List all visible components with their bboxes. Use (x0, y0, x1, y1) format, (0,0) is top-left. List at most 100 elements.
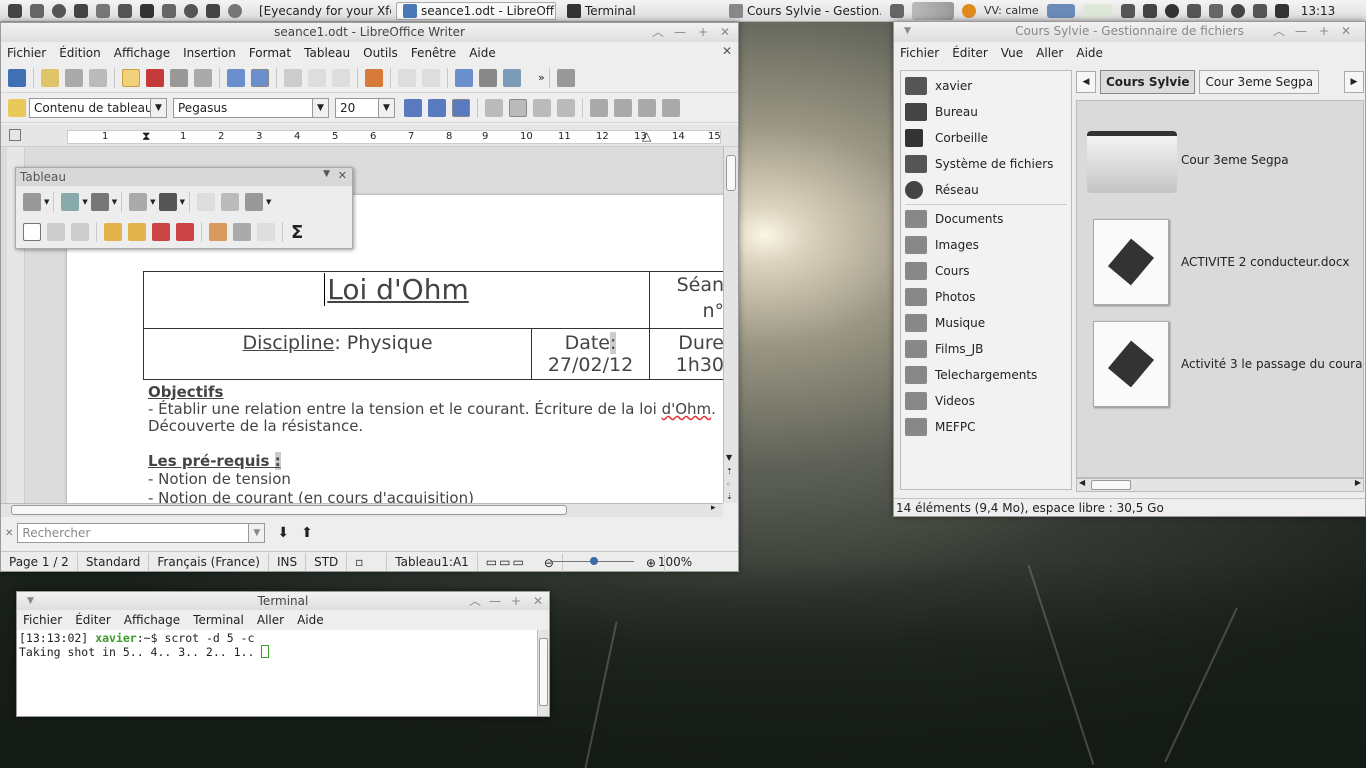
cell-background-icon[interactable] (158, 192, 177, 211)
document-icon[interactable] (1093, 219, 1169, 305)
find-next-icon[interactable]: ⬇ (277, 525, 289, 541)
chevron-down-icon[interactable]: ▼ (150, 198, 155, 206)
new-document-icon[interactable] (8, 68, 26, 87)
scrollbar-thumb[interactable] (539, 638, 548, 706)
clock[interactable]: 13:13 (1301, 4, 1336, 18)
menu-edition[interactable]: Édition (59, 46, 101, 60)
align-left-icon[interactable] (485, 98, 503, 117)
toolbar-more-icon[interactable]: » (538, 71, 545, 84)
insert-table-icon[interactable] (23, 192, 41, 211)
underline-icon[interactable] (452, 98, 470, 117)
font-name-select[interactable]: Pegasus ▼ (173, 97, 329, 118)
close-icon[interactable]: ✕ (720, 25, 730, 39)
status-page-style[interactable]: Standard (78, 552, 150, 571)
terminal-launcher-icon[interactable] (30, 3, 44, 18)
file-item-label[interactable]: ACTIVITE 2 conducteur.docx (1181, 255, 1350, 269)
close-findbar-icon[interactable]: ✕ (5, 528, 13, 539)
status-insert-mode[interactable]: INS (269, 552, 307, 571)
chevron-down-icon[interactable]: ▼ (266, 198, 271, 206)
export-pdf-icon[interactable] (146, 68, 164, 87)
terminal-scrollbar[interactable] (537, 630, 549, 716)
menu-insertion[interactable]: Insertion (183, 46, 236, 60)
menu-format[interactable]: Format (249, 46, 291, 60)
filemanager-titlebar[interactable]: ▼ Cours Sylvie - Gestionnaire de fichier… (894, 22, 1365, 42)
menu-editer[interactable]: Éditer (952, 46, 988, 60)
redo-icon[interactable] (422, 68, 440, 87)
mail-icon[interactable] (1142, 3, 1157, 18)
window-menu-icon[interactable]: ▼ (27, 592, 34, 610)
scrollbar-thumb[interactable] (11, 505, 567, 515)
toolbar-options-icon[interactable]: ▼ (323, 169, 330, 179)
scroll-right-icon[interactable]: ▶ (1355, 478, 1361, 487)
table-info-row[interactable]: Discipline: Physique Date: 27/02/12 Dure… (143, 328, 723, 380)
sum-icon[interactable]: Σ (291, 222, 303, 243)
gamepad-icon[interactable] (74, 3, 88, 18)
align-center-icon[interactable] (509, 98, 527, 117)
chevron-down-icon[interactable]: ▼ (112, 198, 117, 206)
justify-icon[interactable] (557, 98, 575, 117)
table-header-row[interactable]: Loi d'Ohm Séan n° (143, 271, 723, 329)
scroll-down-icon[interactable]: ▼ (726, 453, 732, 462)
folder-icon[interactable] (1087, 131, 1177, 193)
bell-icon[interactable] (140, 3, 154, 18)
objectifs-block[interactable]: Objectifs - Établir une relation entre l… (148, 384, 723, 504)
clone-formatting-icon[interactable] (365, 68, 383, 87)
sidebar-item-bureau[interactable]: Bureau (901, 99, 1071, 125)
align-top-icon[interactable] (23, 223, 41, 241)
menu-aller[interactable]: Aller (1036, 46, 1063, 60)
status-page[interactable]: Page 1 / 2 (1, 552, 78, 571)
align-middle-icon[interactable] (47, 223, 65, 241)
menu-fichier[interactable]: Fichier (7, 46, 46, 60)
menu-fenetre[interactable]: Fenêtre (411, 46, 456, 60)
undo-icon[interactable] (398, 68, 416, 87)
table-cell-discipline[interactable]: Discipline: Physique (144, 328, 532, 379)
font-size-select[interactable]: 20 ▼ (335, 97, 395, 118)
sidebar-bookmark-videos[interactable]: Videos (901, 388, 1071, 414)
right-indent-marker-icon[interactable]: △ (642, 129, 651, 143)
draw-functions-icon[interactable] (503, 68, 521, 87)
storage-icon[interactable] (1186, 3, 1201, 18)
file-item-label[interactable]: Cour 3eme Segpa (1181, 153, 1289, 167)
window-menu-icon[interactable]: ▼ (904, 22, 911, 41)
doc-title[interactable]: Loi d'Ohm (324, 273, 469, 306)
browser-icon[interactable] (228, 3, 242, 18)
terminal-output[interactable]: [13:13:02] xavier:~$ scrot -d 5 -c Takin… (17, 630, 537, 716)
sidebar-bookmark-cours[interactable]: Cours (901, 258, 1071, 284)
align-bottom-icon[interactable] (71, 223, 89, 241)
power-icon[interactable] (1274, 3, 1289, 18)
select-table-icon[interactable] (209, 223, 227, 241)
border-style-icon[interactable] (90, 192, 109, 211)
paste-icon[interactable] (332, 68, 350, 87)
path-forward-icon[interactable]: ▶ (1344, 71, 1364, 93)
scroll-left-icon[interactable]: ◀ (1079, 478, 1085, 487)
insert-column-icon[interactable] (128, 223, 146, 241)
scrollbar-thumb[interactable] (726, 155, 736, 191)
horizontal-ruler[interactable]: 1 1 2 3 4 5 6 7 8 9 10 11 12 13 14 15 ⧗ … (1, 125, 738, 147)
sidebar-bookmark-musique[interactable]: Musique (901, 310, 1071, 336)
menu-aide[interactable]: Aide (1076, 46, 1103, 60)
monitor-icon[interactable] (890, 3, 904, 18)
menu-aller[interactable]: Aller (257, 613, 284, 627)
zoom-in-icon[interactable]: ⊕ (638, 553, 665, 572)
eye-icon[interactable] (162, 3, 176, 18)
menu-editer[interactable]: Éditer (75, 613, 111, 627)
table-cell-duree[interactable]: Dure 1h30 (650, 328, 723, 379)
previous-page-icon[interactable]: ⇡ (726, 467, 733, 476)
refresh-icon[interactable] (52, 3, 66, 18)
hyperlink-icon[interactable] (455, 68, 473, 87)
shade-icon[interactable]: ︿ (652, 25, 664, 39)
table-cell-date[interactable]: Date: 27/02/12 (532, 328, 650, 379)
close-document-icon[interactable]: ✕ (722, 44, 732, 58)
user-icon[interactable] (1164, 3, 1179, 18)
menu-affichage[interactable]: Affichage (124, 613, 180, 627)
workspace-switcher[interactable] (912, 1, 954, 20)
paragraph-style-select[interactable]: Contenu de tableau ▼ (29, 97, 167, 118)
menu-aide[interactable]: Aide (469, 46, 496, 60)
chevron-down-icon[interactable]: ▼ (82, 198, 87, 206)
optimize-icon[interactable] (244, 192, 263, 211)
maximize-icon[interactable]: + (698, 25, 708, 39)
close-icon[interactable]: ✕ (1341, 24, 1351, 38)
email-icon[interactable] (89, 68, 107, 87)
zoom-handle[interactable] (589, 556, 598, 565)
edit-mode-icon[interactable] (122, 68, 140, 87)
